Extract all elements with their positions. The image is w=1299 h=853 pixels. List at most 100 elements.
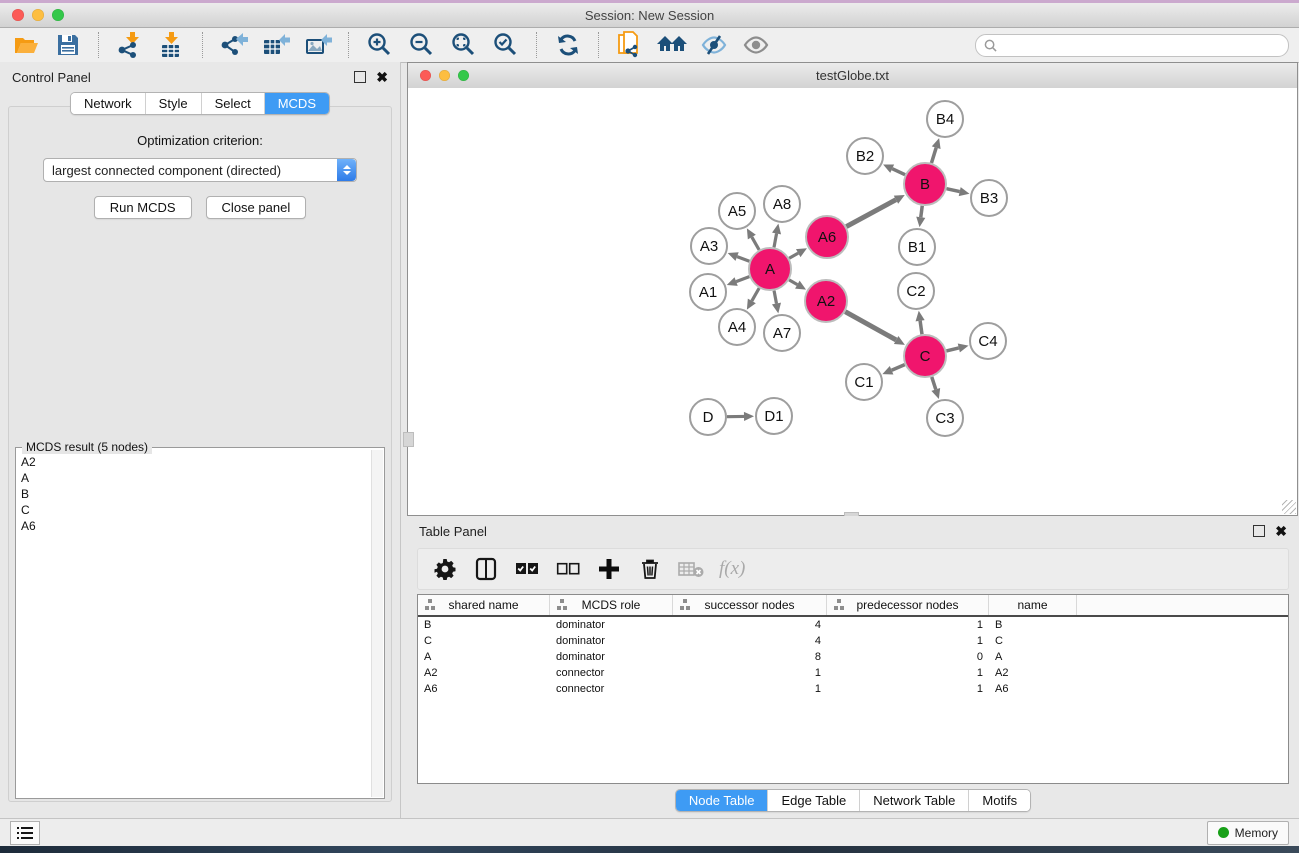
tab-mcds[interactable]: MCDS <box>264 93 329 114</box>
criterion-select[interactable]: largest connected component (directed) <box>43 158 357 182</box>
export-image-icon[interactable] <box>302 31 334 59</box>
network-minimize-button[interactable] <box>439 70 450 81</box>
export-network-icon[interactable] <box>218 31 250 59</box>
column-header-MCDS-role[interactable]: MCDS role <box>550 595 673 615</box>
edge-A-A2[interactable] <box>789 280 797 285</box>
network-canvas[interactable]: B4B2BB3A8A5A6A3B1AC2A1A2A4A7C4CC1DD1C3 <box>408 88 1297 515</box>
edge-A6-B[interactable] <box>846 200 896 227</box>
search-field[interactable] <box>975 34 1289 57</box>
import-network-icon[interactable] <box>114 31 146 59</box>
list-icon <box>17 826 33 840</box>
delete-table-icon[interactable] <box>678 556 704 582</box>
edge-C-C2[interactable] <box>920 321 922 334</box>
column-browser-icon[interactable] <box>473 556 499 582</box>
table-cell: 0 <box>827 651 989 663</box>
arrowhead <box>728 252 739 261</box>
table-row[interactable]: A2connector11A2 <box>418 665 1288 681</box>
node-table[interactable]: shared nameMCDS rolesuccessor nodesprede… <box>417 594 1289 784</box>
zoom-in-icon[interactable] <box>364 31 396 59</box>
edge-A-A8[interactable] <box>774 234 777 248</box>
table-row[interactable]: A6connector11A6 <box>418 681 1288 697</box>
table-row[interactable]: Cdominator41C <box>418 633 1288 649</box>
edge-A-A4[interactable] <box>752 288 759 301</box>
table-cell: A2 <box>989 667 1077 679</box>
delete-column-icon[interactable] <box>637 556 663 582</box>
criterion-value: largest connected component (directed) <box>44 163 337 178</box>
zoom-selected-icon[interactable] <box>490 31 522 59</box>
edge-B-B1[interactable] <box>921 206 922 217</box>
edge-A-A3[interactable] <box>737 257 749 262</box>
float-table-panel-icon[interactable] <box>1253 525 1265 537</box>
column-header-successor-nodes[interactable]: successor nodes <box>673 595 827 615</box>
result-item[interactable]: C <box>21 502 367 518</box>
home-view-icon[interactable] <box>656 31 688 59</box>
tab-style[interactable]: Style <box>145 93 201 114</box>
table-row[interactable]: Adominator80A <box>418 649 1288 665</box>
close-window-button[interactable] <box>12 9 24 21</box>
export-table-icon[interactable] <box>260 31 292 59</box>
result-item[interactable]: A6 <box>21 518 367 534</box>
edge-A-A6[interactable] <box>789 253 798 258</box>
select-all-icon[interactable] <box>514 556 540 582</box>
network-close-button[interactable] <box>420 70 431 81</box>
refresh-icon[interactable] <box>552 31 584 59</box>
window-resize-grip[interactable] <box>1282 500 1296 514</box>
zoom-fit-icon[interactable] <box>448 31 480 59</box>
task-history-button[interactable] <box>10 821 40 845</box>
edge-B-B4[interactable] <box>931 148 936 163</box>
memory-button[interactable]: Memory <box>1207 821 1289 845</box>
tab-network[interactable]: Network <box>71 93 145 114</box>
close-panel-button[interactable]: Close panel <box>206 196 307 219</box>
zoom-window-button[interactable] <box>52 9 64 21</box>
open-file-icon[interactable] <box>10 31 42 59</box>
show-all-icon[interactable] <box>740 31 772 59</box>
column-header-predecessor-nodes[interactable]: predecessor nodes <box>827 595 989 615</box>
search-input[interactable] <box>1002 37 1280 53</box>
network-graph[interactable]: B4B2BB3A8A5A6A3B1AC2A1A2A4A7C4CC1DD1C3 <box>408 88 1294 513</box>
network-window-titlebar[interactable]: testGlobe.txt <box>408 63 1297 89</box>
table-row[interactable]: Bdominator41B <box>418 617 1288 633</box>
edge-C-C4[interactable] <box>946 348 958 351</box>
add-column-icon[interactable] <box>596 556 622 582</box>
import-table-icon[interactable] <box>156 31 188 59</box>
edge-B-B2[interactable] <box>892 169 905 175</box>
minimize-window-button[interactable] <box>32 9 44 21</box>
result-item[interactable]: A <box>21 470 367 486</box>
deselect-all-icon[interactable] <box>555 556 581 582</box>
result-scrollbar[interactable] <box>371 450 383 797</box>
zoom-out-icon[interactable] <box>406 31 438 59</box>
float-panel-icon[interactable] <box>354 71 366 83</box>
tab-motifs[interactable]: Motifs <box>968 790 1030 811</box>
close-panel-icon[interactable]: ✖ <box>376 72 388 82</box>
window-title: Session: New Session <box>585 8 714 23</box>
node-label-C1: C1 <box>854 374 873 391</box>
desktop-wallpaper-strip <box>0 846 1299 853</box>
result-item[interactable]: A2 <box>21 454 367 470</box>
tab-select[interactable]: Select <box>201 93 264 114</box>
edge-A2-C[interactable] <box>845 312 896 340</box>
tab-node-table[interactable]: Node Table <box>676 790 768 811</box>
edge-B-B3[interactable] <box>946 189 959 192</box>
close-table-panel-icon[interactable]: ✖ <box>1275 526 1287 536</box>
edge-A-A5[interactable] <box>752 237 759 250</box>
split-divider-grip-vertical[interactable] <box>403 432 414 447</box>
mcds-result-list[interactable]: A2ABCA6 <box>17 452 371 797</box>
clone-network-icon[interactable] <box>614 31 646 59</box>
function-builder-icon[interactable]: f(x) <box>719 558 745 580</box>
table-cell: A <box>989 651 1077 663</box>
hide-selected-icon[interactable] <box>698 31 730 59</box>
tab-edge-table[interactable]: Edge Table <box>767 790 859 811</box>
tab-network-table[interactable]: Network Table <box>859 790 968 811</box>
column-type-icon <box>556 599 568 610</box>
edge-A-A1[interactable] <box>736 277 749 282</box>
edge-C-C1[interactable] <box>892 365 905 371</box>
column-header-shared-name[interactable]: shared name <box>418 595 550 615</box>
result-item[interactable]: B <box>21 486 367 502</box>
column-header-name[interactable]: name <box>989 595 1077 615</box>
edge-A-A7[interactable] <box>774 291 776 304</box>
run-mcds-button[interactable]: Run MCDS <box>94 196 192 219</box>
save-session-icon[interactable] <box>52 31 84 59</box>
network-zoom-button[interactable] <box>458 70 469 81</box>
gear-icon[interactable] <box>432 556 458 582</box>
edge-C-C3[interactable] <box>932 377 936 390</box>
